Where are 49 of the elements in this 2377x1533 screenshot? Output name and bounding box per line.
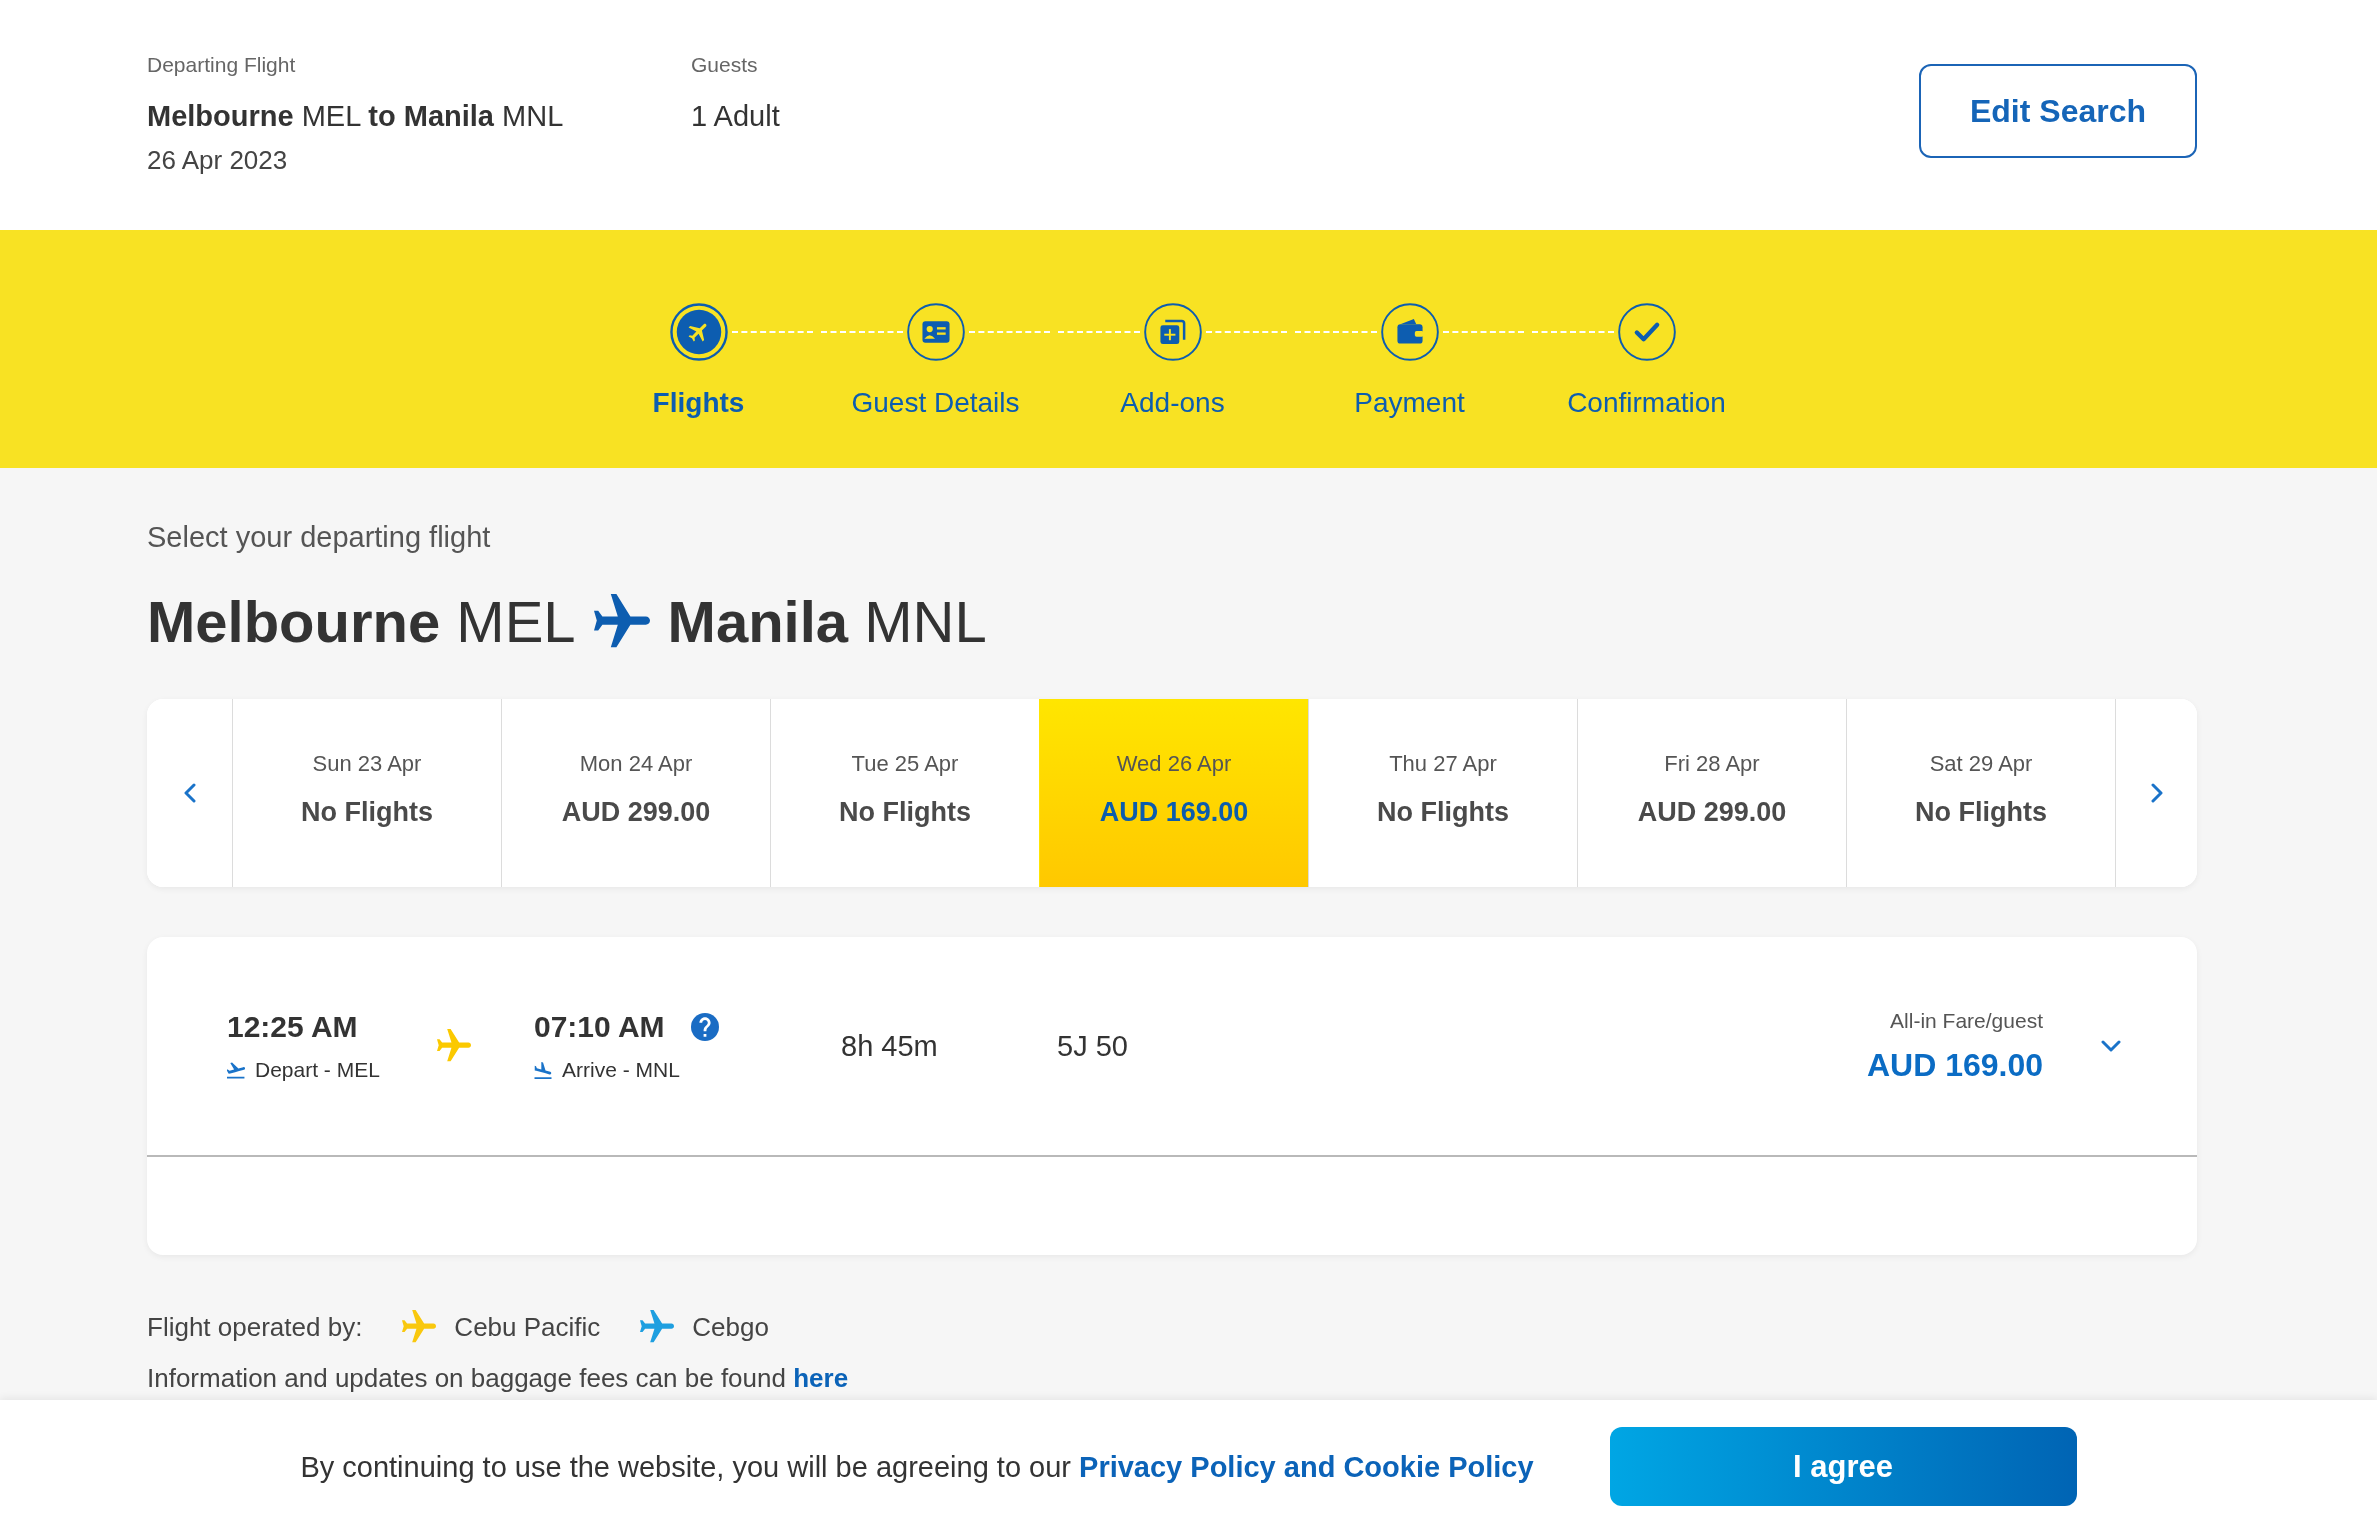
step-label: Guest Details <box>851 386 1020 420</box>
step-label: Flights <box>652 386 745 420</box>
cookie-notice-text: By continuing to use the website, you will be agreeing to our Privacy Policy and Cookie Policy <box>300 1449 1534 1485</box>
chevron-right-icon <box>2150 783 2163 803</box>
step-id-card-icon <box>906 303 965 361</box>
step-checkmark-icon <box>1617 303 1676 361</box>
date-tab[interactable]: Mon 24 Apr AUD 299.00 <box>501 699 770 887</box>
departure-airport-label: Depart - MEL <box>255 1057 380 1083</box>
departing-flight-label: Departing Flight <box>147 52 296 78</box>
baggage-fees-link[interactable]: here <box>793 1363 849 1393</box>
guests-count: 1 Adult <box>691 99 780 134</box>
privacy-policy-link[interactable]: Privacy Policy and Cookie Policy <box>1079 1450 1534 1483</box>
step-label: Add-ons <box>1120 386 1225 420</box>
plane-icon <box>437 1029 471 1063</box>
agree-button[interactable]: I agree <box>1609 1427 2077 1506</box>
step-wallet-icon <box>1380 303 1439 361</box>
step-stacked-squares-plus-icon <box>1143 303 1202 361</box>
operator-name: Cebu Pacific <box>454 1311 601 1343</box>
step-plane-icon <box>669 303 728 361</box>
origin-city: Melbourne MEL <box>147 588 576 656</box>
takeoff-icon <box>227 1061 245 1079</box>
travel-date: 26 Apr 2023 <box>147 144 288 176</box>
date-tab[interactable]: Sat 29 Apr No Flights <box>1846 699 2115 887</box>
landing-icon <box>534 1061 552 1079</box>
arrival-time: 07:10 AM <box>534 1009 665 1045</box>
help-icon[interactable] <box>690 1013 719 1041</box>
flight-duration: 8h 45m <box>841 1029 939 1064</box>
date-tab[interactable]: Thu 27 Apr No Flights <box>1308 699 1577 887</box>
baggage-info-text: Information and updates on baggage fees can be found here <box>147 1362 849 1394</box>
section-subtitle: Select your departing flight <box>147 520 491 555</box>
operated-by-label: Flight operated by: <box>147 1311 363 1343</box>
date-tab[interactable]: Tue 25 Apr No Flights <box>770 699 1039 887</box>
departure-time: 12:25 AM <box>227 1009 358 1045</box>
destination-city: Manila MNL <box>667 588 987 656</box>
date-tab[interactable]: Fri 28 Apr AUD 299.00 <box>1577 699 1846 887</box>
guests-label: Guests <box>691 52 758 78</box>
fare-label: All-in Fare/guest <box>1890 1008 2043 1034</box>
plane-icon <box>593 594 650 650</box>
arrival-airport-label: Arrive - MNL <box>562 1057 680 1083</box>
edit-search-button[interactable]: Edit Search <box>1919 64 2197 158</box>
route-text: Melbourne MEL to Manila MNL <box>147 99 564 134</box>
step-label: Confirmation <box>1567 386 1726 420</box>
flight-number: 5J 50 <box>1057 1029 1128 1064</box>
step-label: Payment <box>1354 386 1465 420</box>
date-tab[interactable]: Sun 23 Apr No Flights <box>232 699 501 887</box>
chevron-left-icon <box>183 783 196 803</box>
fare-price: AUD 169.00 <box>1866 1046 2043 1084</box>
date-tab[interactable]: Wed 26 Apr AUD 169.00 <box>1039 699 1308 887</box>
operator-name: Cebgo <box>692 1311 769 1343</box>
